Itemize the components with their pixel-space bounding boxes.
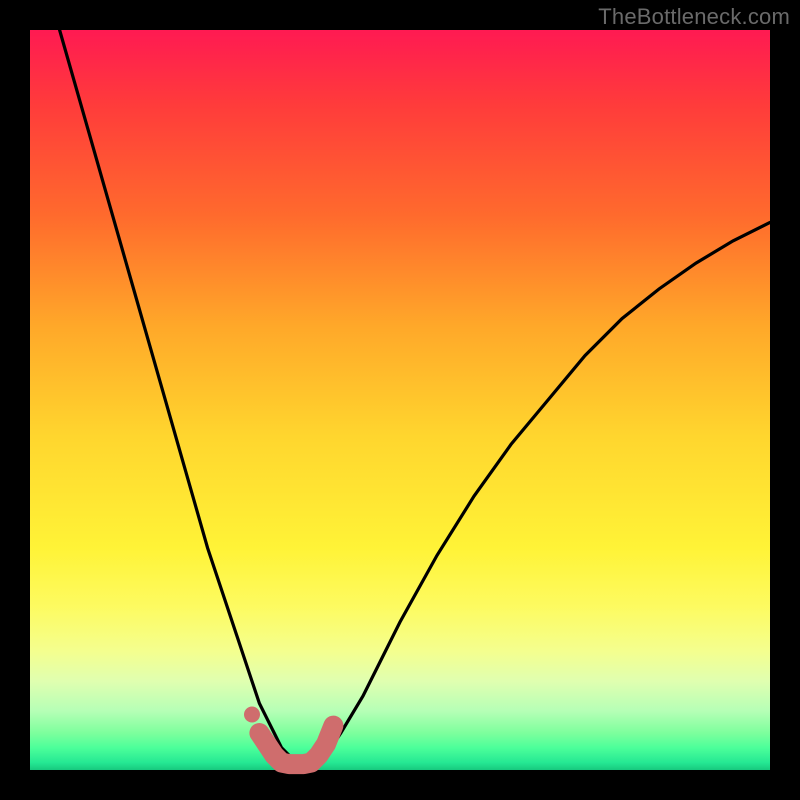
chart-frame: TheBottleneck.com: [0, 0, 800, 800]
chart-svg: [30, 30, 770, 770]
plot-area: [30, 30, 770, 770]
watermark-text: TheBottleneck.com: [598, 4, 790, 30]
bottom-marker-band: [259, 726, 333, 764]
bottleneck-curve: [60, 30, 770, 766]
bottom-marker-dot: [244, 707, 260, 723]
